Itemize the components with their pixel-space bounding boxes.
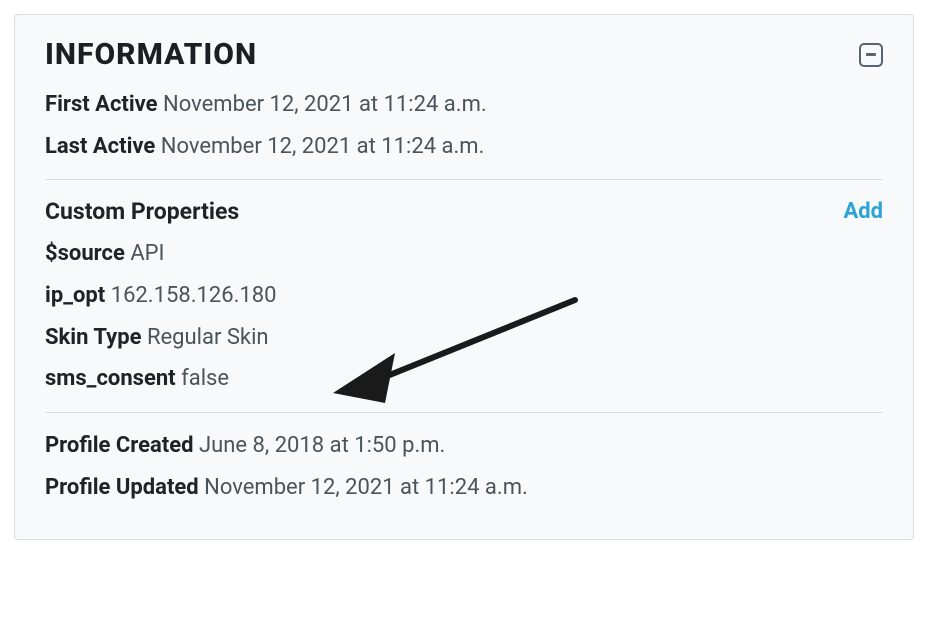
property-key: sms_consent [45, 366, 176, 391]
property-row: ip_opt 162.158.126.180 [45, 281, 883, 311]
property-value: API [130, 241, 164, 266]
profile-created-row: Profile Created June 8, 2018 at 1:50 p.m… [45, 431, 883, 461]
property-value: false [181, 366, 229, 391]
last-active-row: Last Active November 12, 2021 at 11:24 a… [45, 132, 883, 162]
information-panel: INFORMATION First Active November 12, 20… [14, 14, 914, 540]
custom-properties-header: Custom Properties Add [45, 198, 883, 225]
divider [45, 179, 883, 180]
minus-icon [866, 53, 876, 56]
profile-updated-label: Profile Updated [45, 475, 199, 500]
profile-updated-value: November 12, 2021 at 11:24 a.m. [204, 475, 528, 500]
property-key: $source [45, 241, 125, 266]
first-active-label: First Active [45, 92, 158, 117]
property-key: Skin Type [45, 325, 141, 350]
property-value: 162.158.126.180 [111, 283, 277, 308]
add-property-link[interactable]: Add [843, 199, 883, 224]
profile-created-value: June 8, 2018 at 1:50 p.m. [199, 433, 445, 458]
divider [45, 412, 883, 413]
last-active-label: Last Active [45, 134, 155, 159]
panel-header: INFORMATION [45, 37, 883, 72]
property-row: sms_consent false [45, 364, 883, 394]
profile-updated-row: Profile Updated November 12, 2021 at 11:… [45, 473, 883, 503]
first-active-row: First Active November 12, 2021 at 11:24 … [45, 90, 883, 120]
custom-properties-title: Custom Properties [45, 198, 239, 225]
first-active-value: November 12, 2021 at 11:24 a.m. [163, 92, 487, 117]
last-active-value: November 12, 2021 at 11:24 a.m. [161, 134, 485, 159]
collapse-button[interactable] [859, 43, 883, 67]
property-key: ip_opt [45, 283, 105, 308]
property-row: Skin Type Regular Skin [45, 323, 883, 353]
property-row: $source API [45, 239, 883, 269]
property-value: Regular Skin [147, 325, 269, 350]
panel-title: INFORMATION [45, 37, 257, 72]
profile-created-label: Profile Created [45, 433, 194, 458]
